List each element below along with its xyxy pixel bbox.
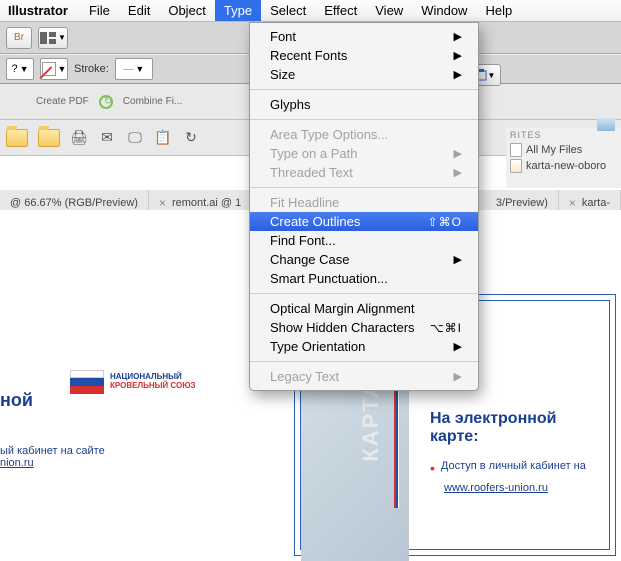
artwork-text: ной bbox=[0, 390, 33, 410]
clipboard-icon[interactable]: 📋 bbox=[154, 129, 172, 147]
favorites-allmyfiles[interactable]: All My Files bbox=[510, 143, 617, 157]
menu-area-type-options: Area Type Options... bbox=[250, 125, 478, 144]
stroke-weight[interactable]: —▼ bbox=[115, 58, 153, 80]
submenu-arrow-icon: ▶ bbox=[454, 68, 462, 81]
truncated-label-combine: Combine Fi... bbox=[123, 96, 182, 107]
mail-icon[interactable]: ✉ bbox=[98, 129, 116, 147]
menu-view[interactable]: View bbox=[366, 0, 412, 21]
bridge-button[interactable]: Br bbox=[6, 27, 32, 49]
folder-icon[interactable] bbox=[38, 129, 60, 147]
favorites-header: RITES bbox=[510, 130, 617, 140]
menu-edit[interactable]: Edit bbox=[119, 0, 159, 21]
menu-recent-fonts[interactable]: Recent Fonts▶ bbox=[250, 46, 478, 65]
submenu-arrow-icon: ▶ bbox=[454, 253, 462, 266]
refresh-icon[interactable]: ↻ bbox=[182, 129, 200, 147]
circle-icon: ↻ bbox=[99, 95, 113, 109]
doc-icon bbox=[510, 159, 522, 173]
app-name: Illustrator bbox=[8, 3, 68, 18]
menu-glyphs[interactable]: Glyphs bbox=[250, 95, 478, 114]
doc-icon bbox=[510, 143, 522, 157]
menu-change-case[interactable]: Change Case▶ bbox=[250, 250, 478, 269]
menu-type[interactable]: Type bbox=[215, 0, 261, 21]
menu-type-orientation[interactable]: Type Orientation▶ bbox=[250, 337, 478, 356]
menu-window[interactable]: Window bbox=[412, 0, 476, 21]
submenu-arrow-icon: ▶ bbox=[454, 147, 462, 160]
menu-font[interactable]: Font▶ bbox=[250, 27, 478, 46]
menu-optical-margin[interactable]: Optical Margin Alignment bbox=[250, 299, 478, 318]
submenu-arrow-icon: ▶ bbox=[454, 166, 462, 179]
printer-icon[interactable]: 🖨 bbox=[70, 129, 88, 147]
menu-separator bbox=[250, 119, 478, 120]
menu-smart-punctuation[interactable]: Smart Punctuation... bbox=[250, 269, 478, 288]
logo-text: НАЦИОНАЛЬНЫЙ КРОВЕЛЬНЫЙ СОЮЗ bbox=[110, 373, 195, 391]
menu-effect[interactable]: Effect bbox=[315, 0, 366, 21]
menu-fit-headline: Fit Headline bbox=[250, 193, 478, 212]
shortcut-label: ⇧⌘O bbox=[428, 215, 462, 229]
truncated-label-createpdf: Create PDF bbox=[36, 96, 89, 107]
fill-swatch[interactable]: ▼ bbox=[40, 58, 68, 80]
menu-show-hidden[interactable]: Show Hidden Characters⌥⌘I bbox=[250, 318, 478, 337]
submenu-arrow-icon: ▶ bbox=[454, 49, 462, 62]
close-icon[interactable]: × bbox=[159, 196, 166, 210]
vertical-title: КАРТА bbox=[358, 380, 384, 462]
menu-type-on-path: Type on a Path▶ bbox=[250, 144, 478, 163]
menu-create-outlines[interactable]: Create Outlines⇧⌘O bbox=[250, 212, 478, 231]
monitor-icon[interactable]: 🖵 bbox=[126, 129, 144, 147]
menu-select[interactable]: Select bbox=[261, 0, 315, 21]
menu-help[interactable]: Help bbox=[476, 0, 521, 21]
menu-file[interactable]: File bbox=[80, 0, 119, 21]
favorites-sidebar: RITES All My Files karta-new-oboro bbox=[506, 128, 621, 188]
help-dropdown[interactable]: ?▼ bbox=[6, 58, 34, 80]
menu-separator bbox=[250, 293, 478, 294]
artboard-left: ной НАЦИОНАЛЬНЫЙ КРОВЕЛЬНЫЙ СОЮЗ ый каби… bbox=[0, 350, 240, 550]
artwork-text: nion.ru bbox=[0, 457, 105, 469]
menu-separator bbox=[250, 361, 478, 362]
artwork-bullet-text: Доступ в личный кабинет на bbox=[441, 460, 586, 476]
arrange-documents-button[interactable]: ▼ bbox=[38, 27, 68, 49]
artwork-text: ый кабинет на сайте bbox=[0, 445, 105, 457]
menu-object[interactable]: Object bbox=[159, 0, 215, 21]
menu-find-font[interactable]: Find Font... bbox=[250, 231, 478, 250]
folder-icon[interactable] bbox=[597, 118, 615, 131]
menu-threaded-text: Threaded Text▶ bbox=[250, 163, 478, 182]
artwork-heading: На электронной bbox=[430, 410, 586, 428]
close-icon[interactable]: × bbox=[569, 196, 576, 210]
favorites-karta[interactable]: karta-new-oboro bbox=[510, 159, 617, 173]
stroke-label: Stroke: bbox=[74, 63, 109, 75]
arrange-icon bbox=[40, 32, 56, 44]
flag-icon bbox=[70, 370, 104, 394]
submenu-arrow-icon: ▶ bbox=[454, 340, 462, 353]
folder-icon[interactable] bbox=[6, 129, 28, 147]
menu-separator bbox=[250, 89, 478, 90]
bullet-icon: • bbox=[430, 460, 435, 476]
menu-size[interactable]: Size▶ bbox=[250, 65, 478, 84]
artwork-link: www.roofers-union.ru bbox=[444, 482, 548, 494]
mac-menubar: Illustrator File Edit Object Type Select… bbox=[0, 0, 621, 22]
menu-separator bbox=[250, 187, 478, 188]
shortcut-label: ⌥⌘I bbox=[430, 321, 462, 335]
artwork-heading: карте: bbox=[430, 428, 586, 446]
submenu-arrow-icon: ▶ bbox=[454, 30, 462, 43]
menu-legacy-text: Legacy Text▶ bbox=[250, 367, 478, 386]
submenu-arrow-icon: ▶ bbox=[454, 370, 462, 383]
type-menu-dropdown: Font▶ Recent Fonts▶ Size▶ Glyphs Area Ty… bbox=[249, 22, 479, 391]
